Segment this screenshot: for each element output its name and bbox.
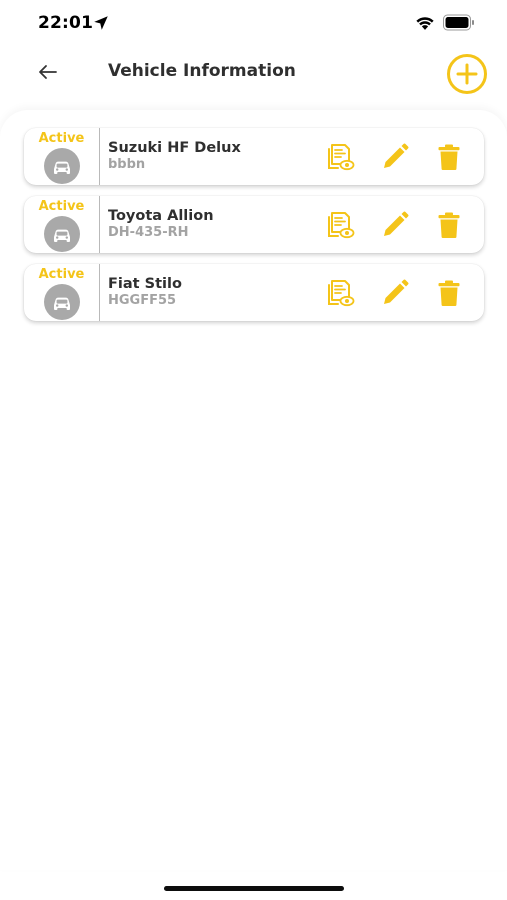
status-badge: Active — [38, 131, 85, 146]
vehicle-status-column: Active — [24, 196, 100, 253]
location-arrow-icon — [94, 16, 108, 30]
vehicle-actions — [326, 210, 464, 240]
delete-trash-icon[interactable] — [434, 142, 464, 172]
edit-pencil-icon[interactable] — [380, 278, 410, 308]
car-icon — [43, 216, 80, 252]
delete-trash-icon[interactable] — [434, 210, 464, 240]
battery-icon — [443, 14, 474, 31]
back-arrow-icon[interactable] — [34, 58, 62, 86]
app-header: Vehicle Information — [0, 50, 507, 96]
vehicle-actions — [326, 278, 464, 308]
view-document-icon[interactable] — [326, 210, 356, 240]
status-time: 22:01 — [38, 13, 94, 33]
vehicle-status-column: Active — [24, 264, 100, 321]
vehicle-list: Active Suzuki HF Delux bbbn Active Toyot… — [24, 128, 484, 332]
delete-trash-icon[interactable] — [434, 278, 464, 308]
vehicle-card[interactable]: Active Fiat Stilo HGGFF55 — [24, 264, 484, 321]
add-vehicle-plus-icon[interactable] — [446, 53, 488, 95]
view-document-icon[interactable] — [326, 278, 356, 308]
status-bar: 22:01 — [0, 0, 507, 46]
vehicle-actions — [326, 142, 464, 172]
content-panel: Active Suzuki HF Delux bbbn Active Toyot… — [0, 110, 507, 870]
car-icon — [43, 148, 80, 184]
vehicle-card[interactable]: Active Toyota Allion DH-435-RH — [24, 196, 484, 253]
page-title: Vehicle Information — [108, 61, 296, 81]
view-document-icon[interactable] — [326, 142, 356, 172]
home-indicator[interactable] — [164, 886, 344, 891]
status-badge: Active — [38, 199, 85, 214]
edit-pencil-icon[interactable] — [380, 210, 410, 240]
edit-pencil-icon[interactable] — [380, 142, 410, 172]
wifi-icon — [416, 17, 434, 30]
status-badge: Active — [38, 267, 85, 282]
car-icon — [43, 284, 80, 320]
vehicle-status-column: Active — [24, 128, 100, 185]
vehicle-information-screen: 22:01 Vehicle Information Active Suzuki … — [0, 0, 507, 900]
vehicle-card[interactable]: Active Suzuki HF Delux bbbn — [24, 128, 484, 185]
